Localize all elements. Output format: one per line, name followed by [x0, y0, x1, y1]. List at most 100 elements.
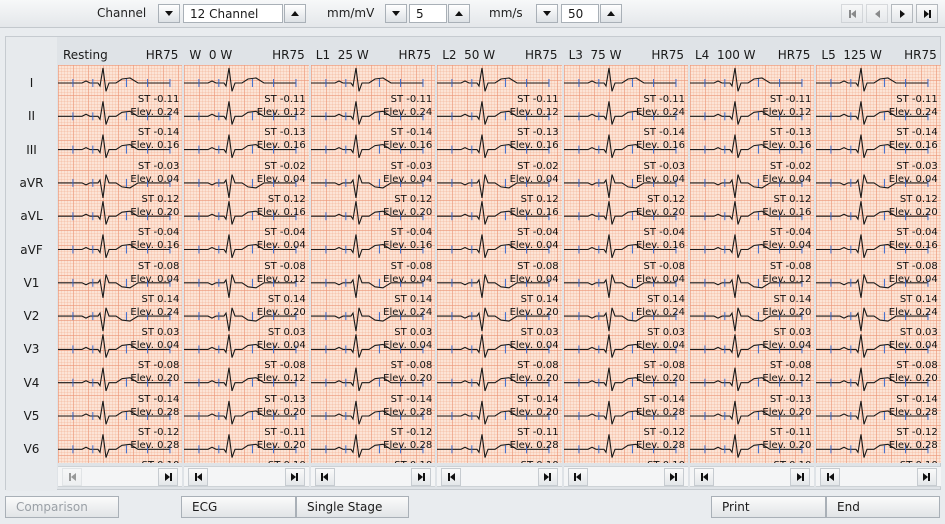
ecg-trace-i: [563, 67, 676, 92]
elevation-value: Elev. 0.20: [635, 206, 685, 218]
st-value: ST -0.08: [896, 260, 938, 272]
stage-header: L4 100 W HR75: [690, 45, 814, 65]
st-value: ST -0.04: [896, 227, 938, 239]
st-value: ST 0.12: [647, 193, 685, 205]
elevation-value: Elev. 0.20: [635, 373, 685, 385]
comparison-button[interactable]: Comparison: [5, 496, 119, 518]
gain-field[interactable]: 5: [409, 4, 447, 23]
st-value: ST -0.11: [769, 427, 812, 438]
stage-scrollbar[interactable]: [58, 466, 183, 487]
last-page-button[interactable]: [916, 4, 938, 23]
channel-down-button[interactable]: [158, 4, 180, 23]
elevation-value: Elev. 0.28: [509, 440, 559, 451]
scroll-first-button[interactable]: [694, 468, 714, 486]
stage-column: L3 75 W HR75 ST -0.11 ST -0.14 ST -0.03 ST 0.…: [563, 37, 688, 491]
scroll-first-button[interactable]: [820, 468, 841, 486]
stage-header: Resting HR75: [58, 45, 182, 65]
stage-scrollbar[interactable]: [816, 466, 941, 487]
st-value: ST -0.11: [264, 94, 306, 105]
ecg-button[interactable]: ECG: [181, 496, 296, 518]
left-arrow-icon: [449, 473, 455, 481]
channel-field[interactable]: 12 Channel: [183, 4, 283, 23]
scroll-last-button[interactable]: [790, 468, 811, 486]
scroll-first-button[interactable]: [314, 468, 335, 486]
scroll-last-button[interactable]: [663, 468, 684, 486]
elevation-value: Elev. 0.04: [762, 240, 812, 252]
last-icon: [928, 9, 931, 18]
elevation-value: Elev. 0.20: [256, 440, 306, 451]
st-value: ST 0.03: [773, 327, 812, 339]
stage-scrollbar[interactable]: [437, 466, 562, 487]
left-arrow-icon: [70, 473, 76, 481]
st-value: ST 0.03: [899, 327, 938, 339]
ecg-trace-i: [184, 67, 297, 92]
next-page-button[interactable]: [891, 4, 913, 23]
channel-up-button[interactable]: [284, 4, 306, 23]
speed-up-button[interactable]: [600, 4, 622, 23]
lead-label-avl: aVL: [20, 209, 43, 224]
elevation-value: Elev. 0.12: [762, 107, 812, 118]
speed-down-button[interactable]: [536, 4, 558, 23]
single-stage-button[interactable]: Single Stage: [296, 496, 409, 518]
scroll-first-button[interactable]: [62, 468, 82, 486]
elevation-value: Elev. 0.20: [888, 206, 938, 218]
st-value: ST 0.12: [394, 193, 433, 205]
scroll-last-button[interactable]: [284, 468, 305, 486]
first-page-button[interactable]: [841, 4, 863, 23]
elevation-value: Elev. 0.16: [635, 240, 685, 252]
last-icon: [422, 473, 425, 481]
lead-label-v2: V2: [23, 309, 40, 324]
end-button[interactable]: End: [826, 496, 940, 518]
st-value: ST -0.03: [643, 160, 685, 172]
stage-scrollbar[interactable]: [690, 466, 815, 487]
scroll-last-button[interactable]: [916, 468, 937, 486]
elevation-value: Elev. 0.12: [256, 107, 306, 118]
elevation-value: Elev. 0.16: [130, 240, 180, 252]
stage-scrollbar[interactable]: [563, 466, 688, 487]
elevation-value: Elev. 0.04: [888, 273, 938, 285]
stage-name: W 0 W: [189, 48, 233, 62]
last-icon: [169, 473, 172, 481]
st-value: ST -0.14: [643, 127, 685, 139]
stage-column: L2 50 W HR75 ST -0.11 ST -0.13 ST -0.02 ST 0.…: [437, 37, 562, 491]
scroll-last-button[interactable]: [158, 468, 179, 486]
left-arrow-icon: [828, 473, 834, 481]
heart-rate: HR75: [904, 48, 937, 62]
elevation-value: Elev. 0.20: [256, 306, 306, 318]
elevation-value: Elev. 0.24: [383, 107, 433, 118]
elevation-value: Elev. 0.28: [635, 440, 685, 451]
stage-scrollbar[interactable]: [310, 466, 436, 487]
stage-scrollbar[interactable]: [184, 466, 309, 487]
gain-up-button[interactable]: [448, 4, 470, 23]
st-value: ST 0.03: [141, 327, 180, 339]
st-value: ST -0.11: [137, 94, 180, 105]
ecg-trace-i: [437, 67, 550, 92]
triangle-up-icon: [455, 11, 463, 16]
heart-rate: HR75: [777, 48, 811, 62]
elevation-value: Elev. 0.04: [509, 340, 559, 352]
elevation-value: Elev. 0.28: [130, 440, 180, 451]
stage-name: L1 25 W: [315, 48, 369, 62]
st-value: ST -0.12: [896, 427, 938, 438]
ecg-grid: ST -0.11 ST -0.13 ST -0.02 ST 0.12 ST -0.04 S…: [437, 65, 562, 463]
scroll-last-button[interactable]: [537, 468, 558, 486]
st-value: ST -0.11: [517, 427, 559, 438]
speed-field[interactable]: 50: [561, 4, 599, 23]
st-value: ST 0.14: [647, 293, 685, 305]
left-arrow-icon: [850, 9, 856, 18]
elevation-value: Elev. 0.16: [509, 206, 559, 218]
scroll-first-button[interactable]: [567, 468, 588, 486]
elevation-value: Elev. 0.04: [635, 273, 685, 285]
st-value: ST 0.12: [141, 193, 180, 205]
scroll-first-button[interactable]: [188, 468, 209, 486]
gain-down-button[interactable]: [385, 4, 407, 23]
scroll-first-button[interactable]: [441, 468, 462, 486]
heart-rate: HR75: [272, 48, 305, 62]
elevation-value: Elev. 0.16: [635, 140, 685, 152]
previous-page-button[interactable]: [866, 4, 888, 23]
scroll-last-button[interactable]: [411, 468, 432, 486]
ecg-grid: ST -0.11 ST -0.14 ST -0.03 ST 0.12 ST -0.04 S…: [563, 65, 688, 463]
print-button[interactable]: Print: [711, 496, 826, 518]
elevation-value: Elev. 0.12: [256, 273, 306, 285]
left-arrow-icon: [702, 473, 708, 481]
